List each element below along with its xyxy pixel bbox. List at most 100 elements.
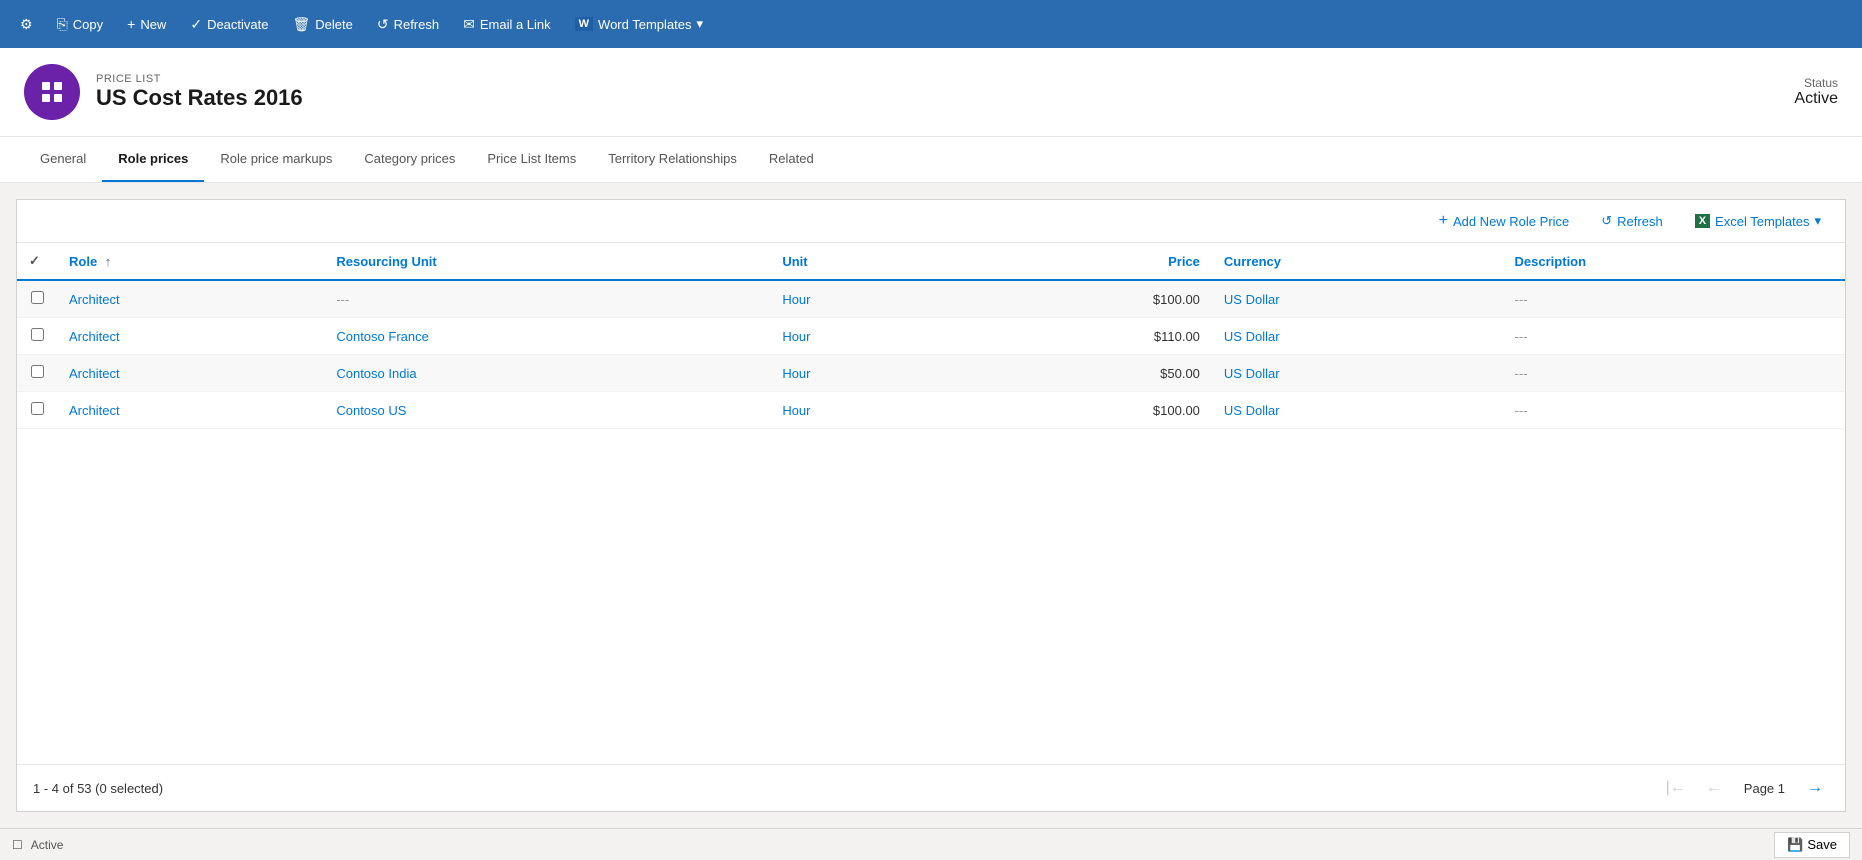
row-description: ---: [1503, 392, 1845, 429]
row-price: $100.00: [957, 392, 1212, 429]
tab-related[interactable]: Related: [753, 137, 830, 182]
row-currency[interactable]: US Dollar: [1212, 392, 1503, 429]
sort-icon: ↑: [105, 254, 112, 269]
main-content: + Add New Role Price ↺ Refresh X Excel T…: [0, 183, 1862, 828]
pagination-controls: |← ← Page 1 →: [1660, 775, 1829, 801]
record-type-label: PRICE LIST: [96, 73, 303, 85]
email-link-button[interactable]: ✉ Email a Link: [451, 0, 563, 48]
row-checkbox[interactable]: [17, 392, 57, 429]
tab-category-prices[interactable]: Category prices: [348, 137, 471, 182]
next-page-button[interactable]: →: [1801, 775, 1829, 801]
table-refresh-button[interactable]: ↺ Refresh: [1593, 209, 1670, 233]
col-header-unit[interactable]: Unit: [770, 243, 957, 280]
tab-general[interactable]: General: [24, 137, 102, 182]
col-header-description[interactable]: Description: [1503, 243, 1845, 280]
status-bar: ☐ Active 💾 Save: [0, 828, 1862, 860]
row-unit[interactable]: Hour: [770, 355, 957, 392]
header-right: Status Active: [1794, 76, 1838, 108]
select-all-checkbox-header[interactable]: ✓: [17, 243, 57, 280]
excel-templates-button[interactable]: X Excel Templates ▾: [1687, 209, 1829, 233]
tab-territory-relationships[interactable]: Territory Relationships: [592, 137, 753, 182]
row-resourcing-unit[interactable]: Contoso France: [324, 318, 770, 355]
row-description: ---: [1503, 355, 1845, 392]
word-templates-button[interactable]: W Word Templates ▾: [563, 0, 715, 48]
tab-role-prices[interactable]: Role prices: [102, 137, 204, 182]
row-unit[interactable]: Hour: [770, 318, 957, 355]
header-meta: PRICE LIST US Cost Rates 2016: [96, 73, 303, 111]
status-bar-value: Active: [31, 838, 64, 852]
row-price: $100.00: [957, 280, 1212, 318]
header-left: PRICE LIST US Cost Rates 2016: [24, 64, 303, 120]
settings-button[interactable]: ⚙: [8, 0, 45, 48]
table-toolbar: + Add New Role Price ↺ Refresh X Excel T…: [17, 200, 1845, 243]
table-row: Architect Contoso India Hour $50.00 US D…: [17, 355, 1845, 392]
row-unit[interactable]: Hour: [770, 392, 957, 429]
pagination-summary: 1 - 4 of 53 (0 selected): [33, 781, 163, 796]
excel-dropdown-icon: ▾: [1814, 213, 1821, 229]
col-header-resourcing-unit[interactable]: Resourcing Unit: [324, 243, 770, 280]
excel-icon: X: [1695, 214, 1710, 228]
refresh-icon: ↺: [377, 16, 389, 33]
save-icon: 💾: [1787, 837, 1803, 853]
row-resourcing-unit[interactable]: Contoso India: [324, 355, 770, 392]
copy-icon: ⎘: [57, 16, 68, 33]
new-button[interactable]: + New: [115, 0, 178, 48]
role-prices-table: ✓ Role ↑ Resourcing Unit Unit Price Curr…: [17, 243, 1845, 429]
tab-price-list-items[interactable]: Price List Items: [471, 137, 592, 182]
table-row: Architect --- Hour $100.00 US Dollar ---: [17, 280, 1845, 318]
copy-button[interactable]: ⎘ Copy: [45, 0, 116, 48]
tab-role-price-markups[interactable]: Role price markups: [204, 137, 348, 182]
add-icon: +: [1439, 212, 1448, 230]
row-currency[interactable]: US Dollar: [1212, 280, 1503, 318]
table-header-row: ✓ Role ↑ Resourcing Unit Unit Price Curr…: [17, 243, 1845, 280]
row-price: $110.00: [957, 318, 1212, 355]
row-role[interactable]: Architect: [57, 318, 324, 355]
row-checkbox[interactable]: [17, 318, 57, 355]
prev-page-button[interactable]: ←: [1700, 775, 1728, 801]
table-row: Architect Contoso US Hour $100.00 US Dol…: [17, 392, 1845, 429]
row-price: $50.00: [957, 355, 1212, 392]
avatar: [24, 64, 80, 120]
deactivate-button[interactable]: ✓ Deactivate: [178, 0, 280, 48]
row-resourcing-unit[interactable]: ---: [324, 280, 770, 318]
main-toolbar: ⚙ ⎘ Copy + New ✓ Deactivate 🗑 Delete ↺ R…: [0, 0, 1862, 48]
col-header-currency[interactable]: Currency: [1212, 243, 1503, 280]
table-body: Architect --- Hour $100.00 US Dollar ---…: [17, 280, 1845, 429]
row-role[interactable]: Architect: [57, 355, 324, 392]
new-icon: +: [127, 16, 135, 32]
record-header: PRICE LIST US Cost Rates 2016 Status Act…: [0, 48, 1862, 137]
deactivate-icon: ✓: [190, 16, 202, 33]
table-refresh-icon: ↺: [1601, 213, 1612, 229]
row-description: ---: [1503, 280, 1845, 318]
status-value: Active: [1794, 90, 1838, 108]
row-resourcing-unit[interactable]: Contoso US: [324, 392, 770, 429]
add-new-role-price-button[interactable]: + Add New Role Price: [1431, 208, 1578, 234]
role-prices-table-container: + Add New Role Price ↺ Refresh X Excel T…: [16, 199, 1846, 812]
delete-button[interactable]: 🗑 Delete: [280, 0, 364, 48]
row-checkbox[interactable]: [17, 280, 57, 318]
page-label: Page 1: [1736, 781, 1793, 796]
settings-icon: ⚙: [20, 16, 33, 33]
row-description: ---: [1503, 318, 1845, 355]
col-header-price[interactable]: Price: [957, 243, 1212, 280]
col-header-role[interactable]: Role ↑: [57, 243, 324, 280]
row-role[interactable]: Architect: [57, 392, 324, 429]
refresh-button[interactable]: ↺ Refresh: [365, 0, 451, 48]
status-bar-icon: ☐: [12, 838, 23, 852]
tabs-container: General Role prices Role price markups C…: [24, 137, 1838, 182]
status-bar-left: ☐ Active: [12, 838, 63, 852]
first-page-button[interactable]: |←: [1660, 775, 1692, 801]
save-button[interactable]: 💾 Save: [1774, 832, 1850, 858]
row-currency[interactable]: US Dollar: [1212, 355, 1503, 392]
row-checkbox[interactable]: [17, 355, 57, 392]
pagination-bar: 1 - 4 of 53 (0 selected) |← ← Page 1 →: [17, 764, 1845, 811]
word-templates-dropdown-icon: ▾: [697, 16, 704, 32]
row-role[interactable]: Architect: [57, 280, 324, 318]
table-row: Architect Contoso France Hour $110.00 US…: [17, 318, 1845, 355]
row-currency[interactable]: US Dollar: [1212, 318, 1503, 355]
tabs-section: General Role prices Role price markups C…: [0, 137, 1862, 183]
status-label: Status: [1804, 76, 1838, 90]
record-title: US Cost Rates 2016: [96, 85, 303, 111]
row-unit[interactable]: Hour: [770, 280, 957, 318]
delete-icon: 🗑: [292, 16, 310, 33]
